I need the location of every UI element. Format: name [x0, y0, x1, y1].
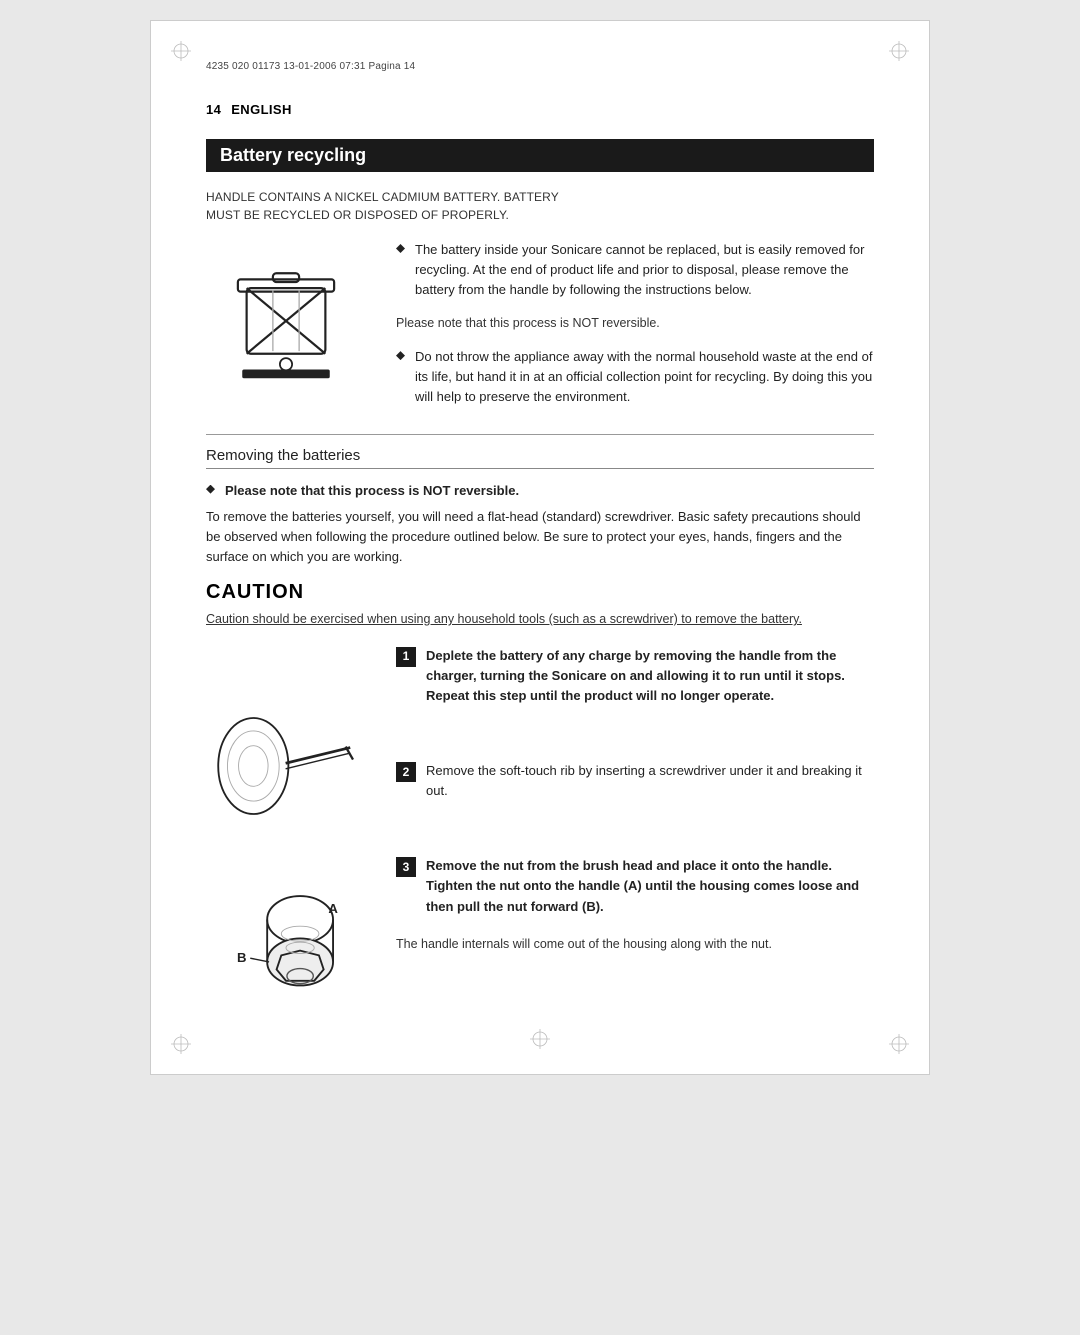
- reg-mark-bottom-left: [171, 1034, 191, 1054]
- warning-line1: HANDLE CONTAINS A NICKEL CADMIUM BATTERY…: [206, 190, 559, 204]
- steps-content: A B 1 Deplete the battery of any charge …: [206, 646, 874, 1014]
- step-3-note: The handle internals will come out of th…: [396, 935, 874, 954]
- reg-mark-top-right: [889, 41, 909, 61]
- svg-text:B: B: [237, 949, 247, 964]
- step-2-text: Remove the soft-touch rib by inserting a…: [426, 761, 874, 801]
- step-1: 1 Deplete the battery of any charge by r…: [396, 646, 874, 706]
- bullet-item-3: Please note that this process is NOT rev…: [206, 481, 874, 501]
- bullet-icon-2: [396, 351, 405, 360]
- step-2: 2 Remove the soft-touch rib by inserting…: [396, 761, 874, 801]
- battery-warning: HANDLE CONTAINS A NICKEL CADMIUM BATTERY…: [206, 188, 874, 224]
- step-1-text: Deplete the battery of any charge by rem…: [426, 646, 874, 706]
- section-title: Battery recycling: [206, 139, 874, 172]
- reg-mark-bottom-right: [889, 1034, 909, 1054]
- bullet-icon-3: [206, 485, 215, 494]
- bullet-item-1: The battery inside your Sonicare cannot …: [396, 240, 874, 300]
- handle-nut-illustration: A B: [206, 849, 366, 1009]
- caution-heading: CAUTION: [206, 581, 874, 604]
- header-text: 4235 020 01173 13-01-2006 07:31 Pagina 1…: [206, 61, 415, 72]
- step-3-badge: 3: [396, 857, 416, 877]
- step-3: 3 Remove the nut from the brush head and…: [396, 856, 874, 916]
- caution-text: Caution should be exercised when using a…: [206, 610, 874, 629]
- page-number: 14: [206, 102, 221, 117]
- note-1: Please note that this process is NOT rev…: [396, 314, 874, 333]
- recycling-bin-illustration: [206, 240, 366, 380]
- bullet-icon-1: [396, 244, 405, 253]
- warning-line2: MUST BE RECYCLED OR DISPOSED OF PROPERLY…: [206, 208, 509, 222]
- main-content-area: The battery inside your Sonicare cannot …: [206, 240, 874, 422]
- bullet-item-2: Do not throw the appliance away with the…: [396, 347, 874, 407]
- screwdriver-illustration: [206, 706, 356, 826]
- bullet-text-3: Please note that this process is NOT rev…: [225, 481, 519, 501]
- page-header: 4235 020 01173 13-01-2006 07:31 Pagina 1…: [206, 61, 874, 72]
- step-illustrations: A B: [206, 646, 376, 1014]
- svg-text:A: A: [328, 901, 338, 916]
- step-2-badge: 2: [396, 762, 416, 782]
- right-text-area: The battery inside your Sonicare cannot …: [396, 240, 874, 422]
- step-1-badge: 1: [396, 647, 416, 667]
- page: 4235 020 01173 13-01-2006 07:31 Pagina 1…: [150, 20, 930, 1075]
- bullet-text-1: The battery inside your Sonicare cannot …: [415, 240, 874, 300]
- step-3-text: Remove the nut from the brush head and p…: [426, 856, 874, 916]
- left-illustrations: [206, 240, 376, 422]
- bottom-center-mark: [530, 1029, 550, 1054]
- bullet-text-2: Do not throw the appliance away with the…: [415, 347, 874, 407]
- section-label: ENGLISH: [231, 102, 292, 117]
- divider-1: [206, 434, 874, 435]
- subheading-removing: Removing the batteries: [206, 447, 874, 469]
- reg-mark-top-left: [171, 41, 191, 61]
- bullet-3-body: To remove the batteries yourself, you wi…: [206, 507, 874, 567]
- step-text-area: 1 Deplete the battery of any charge by r…: [396, 646, 874, 955]
